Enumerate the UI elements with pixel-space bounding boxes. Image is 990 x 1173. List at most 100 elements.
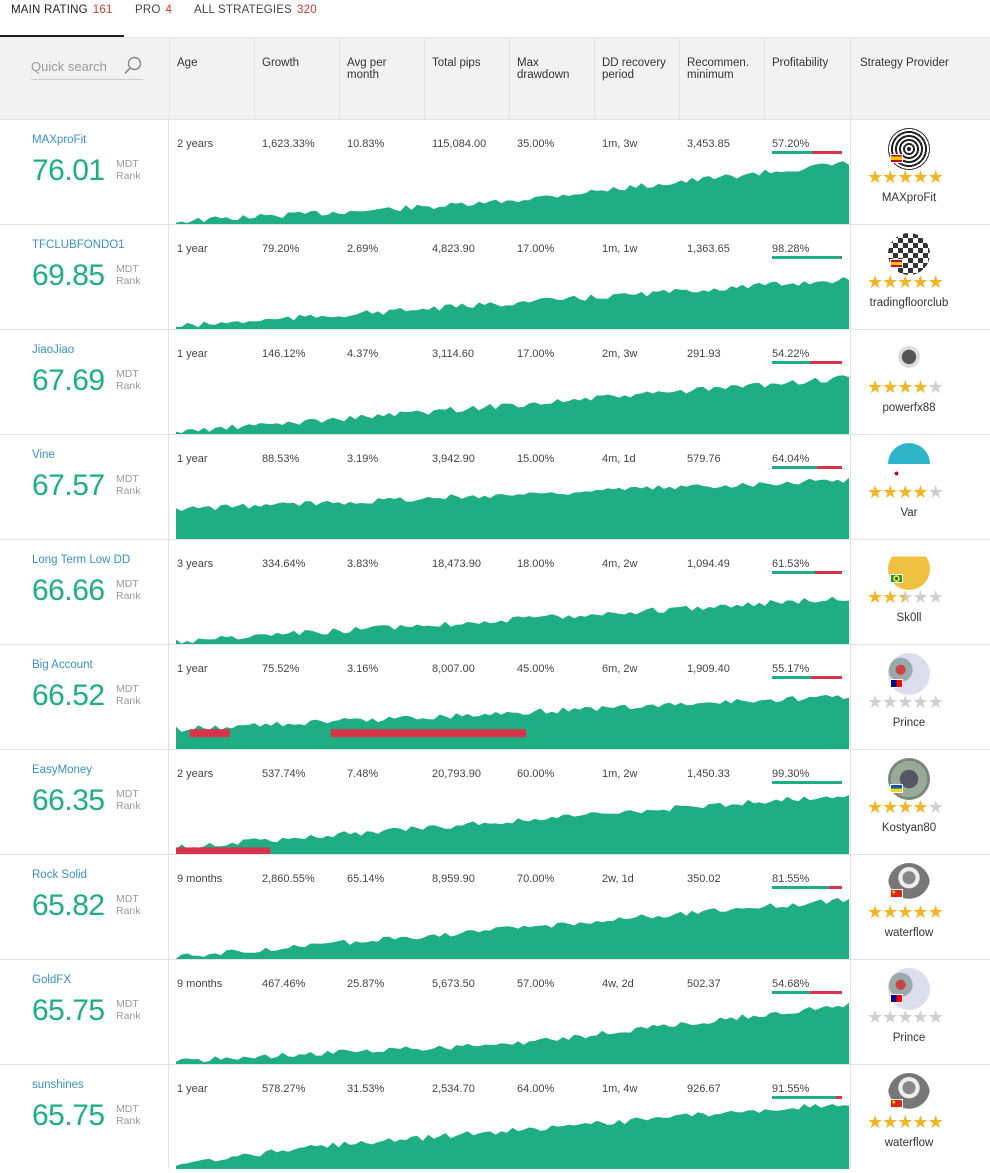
col-recommended-minimum[interactable]: Recommen. minimum [687, 57, 749, 81]
provider-avatar[interactable] [888, 233, 930, 275]
strategy-row[interactable]: Vine 67.57 MDT Rank 1 year 88.53% 3.19% 3,942.9… [0, 434, 990, 539]
strategy-name-link[interactable]: Rock Solid [32, 869, 87, 881]
cell-total-pips: 18,473.90 [432, 558, 481, 570]
provider-name[interactable]: Prince [851, 717, 967, 729]
strategy-row[interactable]: EasyMoney 66.35 MDT Rank 2 years 537.74% 7.48%… [0, 749, 990, 854]
strategy-name-link[interactable]: TFCLUBFONDO1 [32, 239, 125, 251]
star-icon: ★ [927, 482, 944, 502]
rank-label: Rank [116, 800, 141, 812]
col-dd-recovery[interactable]: DD recovery period [602, 57, 666, 81]
strategy-row[interactable]: JiaoJiao 67.69 MDT Rank 1 year 146.12% 4.37% 3,… [0, 329, 990, 434]
strategy-row[interactable]: TFCLUBFONDO1 69.85 MDT Rank 1 year 79.20% 2.69… [0, 224, 990, 329]
provider-avatar[interactable] [888, 1073, 930, 1115]
cell-growth: 467.46% [262, 978, 306, 990]
provider-avatar[interactable] [888, 338, 930, 380]
star-icon: ★ [882, 377, 898, 397]
strategy-name-link[interactable]: MAXproFit [32, 134, 86, 146]
strategy-name-link[interactable]: JiaoJiao [32, 344, 74, 356]
provider-avatar[interactable] [888, 968, 930, 1010]
strategy-name-link[interactable]: EasyMoney [32, 764, 92, 776]
star-icon: ★ [897, 377, 913, 397]
provider-name[interactable]: Var [851, 507, 967, 519]
strategy-provider[interactable]: ★★★★★ waterflow [850, 1065, 990, 1169]
tab-main-rating[interactable]: MAIN RATING 161 [0, 3, 124, 37]
col-age[interactable]: Age [177, 57, 197, 69]
col-total-pips[interactable]: Total pips [432, 57, 481, 69]
equity-chart[interactable] [176, 578, 849, 644]
mdt-label: MDT [116, 578, 139, 590]
cell-age: 2 years [177, 138, 214, 150]
strategy-provider[interactable]: ★★★★★ Var [850, 435, 990, 539]
col-profitability[interactable]: Profitability [772, 57, 828, 69]
strategy-name-link[interactable]: Vine [32, 449, 55, 461]
strategy-row[interactable]: Long Term Low DD 66.66 MDT Rank 3 years 334.6… [0, 539, 990, 644]
strategy-provider[interactable]: ★★★★★ MAXproFit [850, 120, 990, 224]
provider-name[interactable]: Sk0ll [851, 612, 967, 624]
provider-name[interactable]: Prince [851, 1032, 967, 1044]
star-icon: ★ [882, 1112, 898, 1132]
strategy-name-link[interactable]: GoldFX [32, 974, 71, 986]
equity-chart[interactable] [176, 893, 849, 959]
provider-avatar[interactable] [888, 128, 930, 170]
strategy-row[interactable]: sunshines 65.75 MDT Rank 1 year 578.27% 31.53%… [0, 1064, 990, 1169]
provider-avatar[interactable] [888, 758, 930, 800]
equity-chart[interactable] [176, 158, 849, 224]
cell-dd-recovery: 6m, 2w [602, 663, 638, 675]
cell-profitability: 81.55% [772, 873, 810, 885]
provider-name[interactable]: MAXproFit [851, 192, 967, 204]
col-avg-per-month[interactable]: Avg per month [347, 57, 386, 81]
mdt-rank-label: MDT Rank [116, 473, 141, 497]
equity-chart[interactable] [176, 683, 849, 749]
provider-name[interactable]: tradingfloorclub [851, 297, 967, 309]
equity-chart[interactable] [176, 473, 849, 539]
equity-chart[interactable] [176, 368, 849, 434]
provider-avatar[interactable] [888, 863, 930, 905]
search-input[interactable] [31, 55, 126, 77]
provider-avatar[interactable] [888, 653, 930, 695]
strategy-provider[interactable]: ★★★★★ Sk0ll [850, 540, 990, 644]
star-icon: ★ [912, 587, 928, 607]
strategy-name-link[interactable]: Big Account [32, 659, 93, 671]
provider-avatar[interactable] [888, 443, 930, 485]
cell-recommended-minimum: 502.37 [687, 978, 721, 990]
strategy-provider[interactable]: ★★★★★ waterflow [850, 855, 990, 959]
provider-name[interactable]: powerfx88 [851, 402, 967, 414]
equity-chart[interactable] [176, 788, 849, 854]
strategy-provider[interactable]: ★★★★★ Kostyan80 [850, 750, 990, 854]
cell-max-drawdown: 15.00% [517, 453, 555, 465]
strategy-row[interactable]: Rock Solid 65.82 MDT Rank 9 months 2,860.55% 6… [0, 854, 990, 959]
strategy-name-link[interactable]: Long Term Low DD [32, 554, 130, 566]
col-growth[interactable]: Growth [262, 57, 299, 69]
equity-chart[interactable] [176, 263, 849, 329]
strategy-row[interactable]: Big Account 66.52 MDT Rank 1 year 75.52% 3.16%… [0, 644, 990, 749]
strategy-provider[interactable]: ★★★★★ powerfx88 [850, 330, 990, 434]
provider-avatar[interactable] [888, 548, 930, 590]
tab-all-strategies[interactable]: ALL STRATEGIES 320 [194, 3, 317, 37]
star-icon: ★ [867, 272, 883, 292]
equity-chart[interactable] [176, 998, 849, 1064]
strategy-row[interactable]: MAXproFit 76.01 MDT Rank 2 years 1,623.33% 10.… [0, 119, 990, 224]
tab-pro[interactable]: PRO 4 [135, 3, 172, 37]
star-icon: ★ [897, 1112, 913, 1132]
strategy-row[interactable]: GoldFX 65.75 MDT Rank 9 months 467.46% 25.87% 5… [0, 959, 990, 1064]
star-icon: ★ [927, 692, 944, 712]
strategy-provider[interactable]: ★★★★★ tradingfloorclub [850, 225, 990, 329]
col-max-drawdown[interactable]: Max drawdown [517, 57, 569, 81]
profitability-bar-fill [772, 256, 841, 259]
provider-name[interactable]: waterflow [851, 1137, 967, 1149]
country-flag-icon [890, 889, 903, 898]
strategy-provider[interactable]: ★★★★★ Prince [850, 960, 990, 1064]
star-icon: ★ [882, 902, 898, 922]
col-strategy-provider[interactable]: Strategy Provider [860, 57, 949, 69]
strategy-provider[interactable]: ★★★★★ Prince [850, 645, 990, 749]
search-icon[interactable] [123, 56, 143, 76]
star-icon: ★ [912, 272, 928, 292]
strategy-name-link[interactable]: sunshines [32, 1079, 84, 1091]
provider-name[interactable]: waterflow [851, 927, 967, 939]
provider-name[interactable]: Kostyan80 [851, 822, 967, 834]
equity-chart[interactable] [176, 1103, 849, 1169]
cell-profitability: 98.28% [772, 243, 810, 255]
strategy-summary: TFCLUBFONDO1 69.85 MDT Rank [0, 225, 169, 329]
profitability-bar [772, 361, 842, 364]
rating-stars: ★★★★★ [867, 1112, 944, 1133]
